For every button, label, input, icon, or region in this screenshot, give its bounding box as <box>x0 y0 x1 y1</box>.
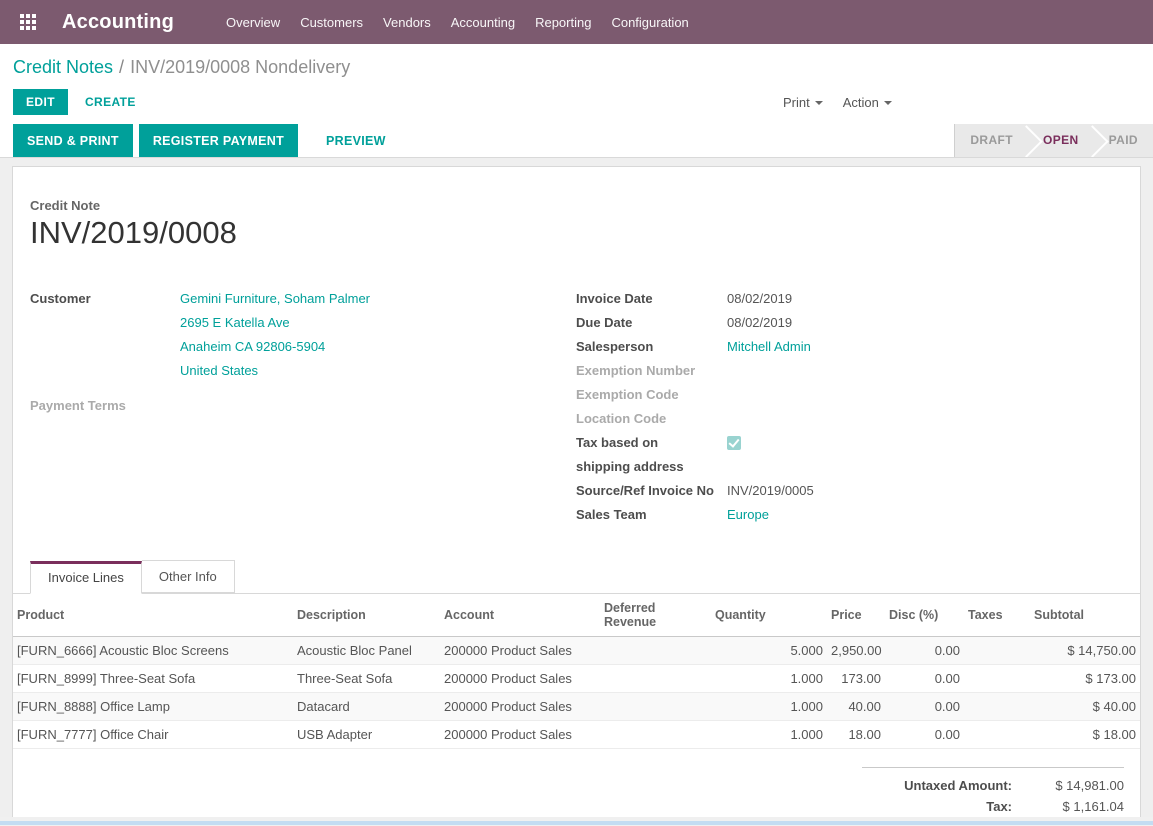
invoice-date-value: 08/02/2019 <box>727 287 1123 311</box>
notebook-tabs: Invoice Lines Other Info <box>13 560 1140 594</box>
table-row[interactable]: [FURN_6666] Acoustic Bloc Screens Acoust… <box>13 637 1140 665</box>
apps-grid-icon[interactable] <box>20 14 36 30</box>
menu-configuration[interactable]: Configuration <box>601 10 698 35</box>
exemption-code-field: Exemption Code <box>576 383 1123 407</box>
tab-invoice-lines[interactable]: Invoice Lines <box>30 561 142 594</box>
table-row[interactable]: [FURN_8888] Office Lamp Datacard 200000 … <box>13 693 1140 721</box>
document-type-label: Credit Note <box>30 198 1123 213</box>
table-row[interactable]: [FURN_7777] Office Chair USB Adapter 200… <box>13 721 1140 749</box>
state-paid[interactable]: PAID <box>1094 124 1153 157</box>
content-area: Credit Note INV/2019/0008 Customer Gemin… <box>0 158 1153 823</box>
edit-button[interactable]: EDIT <box>13 89 68 115</box>
preview-button[interactable]: PREVIEW <box>312 124 400 157</box>
send-and-print-button[interactable]: SEND & PRINT <box>13 124 133 157</box>
register-payment-button[interactable]: REGISTER PAYMENT <box>139 124 298 157</box>
state-draft[interactable]: DRAFT <box>955 124 1028 157</box>
salesperson-field: Salesperson Mitchell Admin <box>576 335 1123 359</box>
due-date-field: Due Date 08/02/2019 <box>576 311 1123 335</box>
action-row: EDIT CREATE Print Action <box>0 82 1153 124</box>
app-title[interactable]: Accounting <box>62 11 174 34</box>
breadcrumb-credit-notes[interactable]: Credit Notes <box>13 57 113 77</box>
info-grid: Customer Gemini Furniture, Soham Palmer … <box>30 287 1123 527</box>
salesperson-link[interactable]: Mitchell Admin <box>727 335 1123 359</box>
col-price: Price <box>827 594 885 637</box>
breadcrumb-separator: / <box>119 57 124 77</box>
invoice-date-field: Invoice Date 08/02/2019 <box>576 287 1123 311</box>
sales-team-link[interactable]: Europe <box>727 503 1123 527</box>
col-subtotal: Subtotal <box>1030 594 1140 637</box>
tab-other-info[interactable]: Other Info <box>142 560 235 593</box>
payment-terms-label: Payment Terms <box>30 394 180 418</box>
customer-street[interactable]: 2695 E Katella Ave <box>180 311 576 335</box>
location-code-field: Location Code <box>576 407 1123 431</box>
customer-name-link[interactable]: Gemini Furniture, Soham Palmer <box>180 287 576 311</box>
menu-accounting[interactable]: Accounting <box>441 10 525 35</box>
statusbar: SEND & PRINT REGISTER PAYMENT PREVIEW DR… <box>0 124 1153 158</box>
dropdown-group: Print Action <box>783 95 892 110</box>
tax-value: $ 1,161.04 <box>1012 799 1124 814</box>
exemption-number-field: Exemption Number <box>576 359 1123 383</box>
scrollbar-thumb[interactable] <box>0 821 1153 825</box>
source-ref-value: INV/2019/0005 <box>727 479 1123 503</box>
source-ref-field: Source/Ref Invoice No INV/2019/0005 <box>576 479 1123 503</box>
main-menu: Overview Customers Vendors Accounting Re… <box>216 10 699 35</box>
payment-terms-field: Payment Terms <box>30 394 576 418</box>
menu-customers[interactable]: Customers <box>290 10 373 35</box>
status-pipeline: DRAFT OPEN PAID <box>954 124 1153 157</box>
table-row[interactable]: [FURN_8999] Three-Seat Sofa Three-Seat S… <box>13 665 1140 693</box>
customer-label: Customer <box>30 287 180 311</box>
untaxed-amount-row: Untaxed Amount: $ 14,981.00 <box>862 775 1124 796</box>
horizontal-scrollbar <box>0 817 1153 826</box>
document-number: INV/2019/0008 <box>30 215 1123 251</box>
col-quantity: Quantity <box>711 594 827 637</box>
invoice-lines-table: Product Description Account Deferred Rev… <box>13 594 1140 749</box>
col-taxes: Taxes <box>964 594 1030 637</box>
table-header-row: Product Description Account Deferred Rev… <box>13 594 1140 637</box>
customer-city[interactable]: Anaheim CA 92806-5904 <box>180 335 576 359</box>
action-dropdown[interactable]: Action <box>843 95 892 110</box>
col-product: Product <box>13 594 293 637</box>
breadcrumb-current: INV/2019/0008 Nondelivery <box>130 57 350 77</box>
tax-shipping-field: Tax based on shipping address <box>576 431 1123 479</box>
col-account: Account <box>440 594 600 637</box>
sales-team-field: Sales Team Europe <box>576 503 1123 527</box>
col-disc: Disc (%) <box>885 594 964 637</box>
menu-overview[interactable]: Overview <box>216 10 290 35</box>
breadcrumb: Credit Notes / INV/2019/0008 Nondelivery <box>0 44 1153 82</box>
menu-reporting[interactable]: Reporting <box>525 10 601 35</box>
customer-address: Gemini Furniture, Soham Palmer 2695 E Ka… <box>180 287 576 383</box>
chevron-down-icon <box>884 101 892 105</box>
form-sheet: Credit Note INV/2019/0008 Customer Gemin… <box>12 166 1141 826</box>
customer-country[interactable]: United States <box>180 359 576 383</box>
untaxed-amount-value: $ 14,981.00 <box>1012 778 1124 793</box>
col-description: Description <box>293 594 440 637</box>
menu-vendors[interactable]: Vendors <box>373 10 441 35</box>
tax-shipping-checkbox[interactable] <box>727 436 741 450</box>
top-navbar: Accounting Overview Customers Vendors Ac… <box>0 0 1153 44</box>
customer-field: Customer Gemini Furniture, Soham Palmer … <box>30 287 576 383</box>
tax-row: Tax: $ 1,161.04 <box>862 796 1124 817</box>
col-deferred-revenue: Deferred Revenue <box>600 594 711 637</box>
due-date-value: 08/02/2019 <box>727 311 1123 335</box>
create-button[interactable]: CREATE <box>85 95 136 109</box>
state-open[interactable]: OPEN <box>1028 124 1094 157</box>
print-dropdown[interactable]: Print <box>783 95 823 110</box>
chevron-down-icon <box>815 101 823 105</box>
